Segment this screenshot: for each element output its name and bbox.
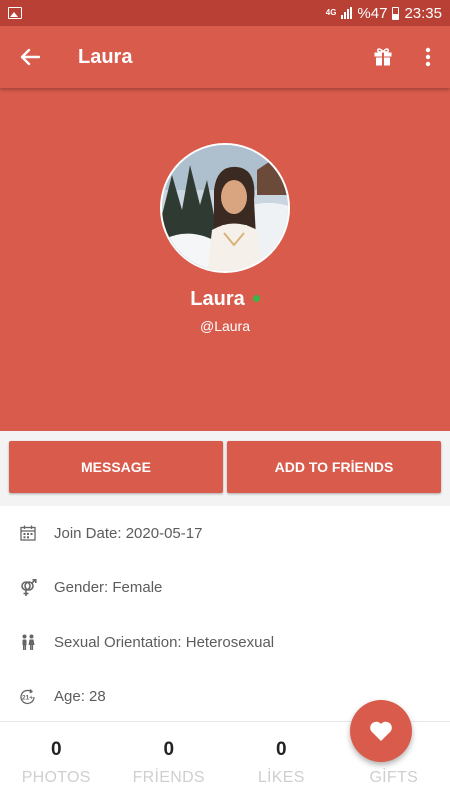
orientation-text: Sexual Orientation: Heterosexual	[54, 633, 275, 651]
more-vertical-icon	[425, 47, 431, 67]
battery-percent: %47	[357, 4, 388, 22]
app-bar: Laura	[0, 26, 450, 88]
back-button[interactable]	[0, 26, 60, 88]
action-buttons: MESSAGE ADD TO FRİENDS	[0, 431, 450, 506]
info-orientation: Sexual Orientation: Heterosexual	[0, 615, 450, 670]
profile-header: Laura @Laura	[0, 88, 450, 431]
image-notification-icon	[8, 7, 22, 19]
arrow-left-icon	[20, 48, 40, 66]
heart-icon	[370, 721, 392, 741]
avatar-photo	[162, 145, 288, 271]
friends-count: 0	[163, 739, 175, 760]
join-date-text: Join Date: 2020-05-17	[54, 524, 203, 542]
age-21-icon: 21+	[19, 688, 37, 706]
gifts-label: GİFTS	[369, 769, 419, 786]
profile-info-list: Join Date: 2020-05-17 Gender: Female Sex…	[0, 506, 450, 724]
clock: 23:35	[404, 4, 442, 22]
avatar[interactable]	[160, 143, 290, 273]
overflow-menu-button[interactable]	[406, 26, 450, 88]
network-type: 4G	[325, 8, 337, 17]
photos-label: PHOTOS	[21, 769, 91, 786]
gender-icon	[19, 578, 37, 597]
gender-text: Gender: Female	[54, 579, 163, 597]
stat-friends[interactable]: 0 FRİENDS	[113, 722, 226, 800]
profile-screen: 4G %47 23:35 Laura Laura @Laura MESSAGE …	[0, 0, 450, 800]
calendar-icon	[19, 524, 37, 542]
likes-count: 0	[275, 739, 287, 760]
like-fab-button[interactable]	[350, 700, 412, 762]
page-title: Laura	[78, 45, 133, 68]
profile-handle: @Laura	[199, 318, 251, 334]
info-join-date: Join Date: 2020-05-17	[0, 506, 450, 561]
gift-icon	[374, 48, 392, 66]
photos-count: 0	[50, 739, 62, 760]
add-to-friends-button[interactable]: ADD TO FRİENDS	[227, 441, 441, 493]
message-button[interactable]: MESSAGE	[9, 441, 223, 493]
likes-label: LİKES	[257, 769, 305, 786]
online-indicator	[252, 295, 260, 302]
battery-icon	[392, 6, 400, 20]
status-bar: 4G %47 23:35	[0, 0, 450, 26]
gift-button[interactable]	[360, 26, 406, 88]
people-icon	[19, 633, 37, 651]
profile-name: Laura	[190, 288, 245, 310]
stat-photos[interactable]: 0 PHOTOS	[0, 722, 113, 800]
info-gender: Gender: Female	[0, 561, 450, 616]
friends-label: FRİENDS	[132, 769, 205, 786]
age-text: Age: 28	[54, 688, 106, 706]
svg-text:21+: 21+	[22, 694, 33, 701]
signal-icon	[341, 7, 353, 19]
profile-name-row: Laura	[0, 288, 450, 311]
stat-likes[interactable]: 0 LİKES	[225, 722, 338, 800]
